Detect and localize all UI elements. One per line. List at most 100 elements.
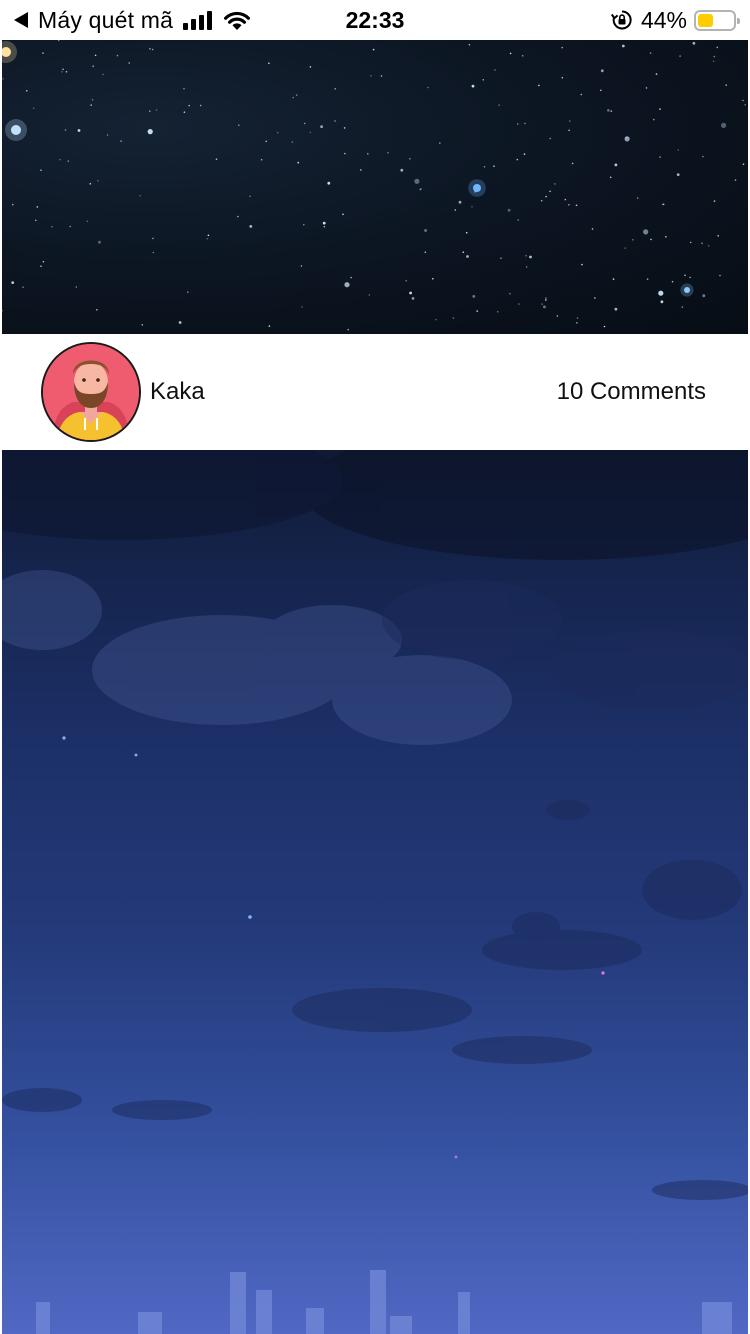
cover-image[interactable] xyxy=(2,40,748,334)
star xyxy=(518,303,520,305)
star xyxy=(610,110,613,112)
battery-icon xyxy=(694,9,740,31)
star xyxy=(439,142,441,144)
star xyxy=(581,263,583,266)
star xyxy=(86,220,89,223)
wifi-icon xyxy=(224,11,251,30)
star xyxy=(149,110,151,112)
star xyxy=(671,280,674,283)
star xyxy=(420,188,422,190)
star xyxy=(659,108,661,110)
back-to-app[interactable]: Máy quét mã xyxy=(14,0,252,40)
cellular-signal-icon xyxy=(183,10,213,30)
star xyxy=(468,43,471,46)
star xyxy=(360,169,362,171)
star xyxy=(525,254,527,257)
star xyxy=(276,131,279,134)
star xyxy=(471,84,475,88)
star xyxy=(320,125,323,129)
star xyxy=(594,297,596,299)
star xyxy=(120,140,122,142)
star xyxy=(525,266,528,268)
star xyxy=(303,223,305,226)
star xyxy=(658,290,664,296)
star xyxy=(649,52,652,54)
star xyxy=(549,137,551,140)
star xyxy=(116,54,119,57)
star xyxy=(659,156,661,158)
star xyxy=(187,291,189,293)
status-bar: Máy quét mã 22:33 44% xyxy=(0,0,750,40)
star xyxy=(719,274,721,277)
star xyxy=(500,257,502,259)
starfield-image xyxy=(2,40,746,331)
star xyxy=(106,134,109,136)
star xyxy=(540,199,543,202)
orientation-lock-icon xyxy=(610,10,632,30)
star xyxy=(260,158,263,161)
star xyxy=(465,231,468,234)
star xyxy=(646,278,649,280)
star xyxy=(11,281,15,284)
star xyxy=(702,294,706,298)
star xyxy=(554,183,556,185)
star xyxy=(96,309,98,311)
star xyxy=(621,44,625,48)
star xyxy=(600,89,602,92)
star xyxy=(12,203,14,206)
star xyxy=(575,204,578,207)
star xyxy=(712,60,715,63)
star xyxy=(42,260,45,263)
star xyxy=(725,84,727,86)
star xyxy=(26,90,28,92)
star xyxy=(684,274,686,277)
author-name[interactable]: Kaka xyxy=(150,334,205,450)
star xyxy=(545,299,547,301)
star xyxy=(645,87,648,89)
star xyxy=(432,277,434,280)
star xyxy=(676,173,680,177)
star xyxy=(69,225,71,228)
back-app-label: Máy quét mã xyxy=(38,6,174,33)
star xyxy=(614,307,618,311)
bearded-man-avatar-icon xyxy=(43,344,139,440)
star xyxy=(207,234,210,237)
star xyxy=(380,75,383,77)
bright-star xyxy=(11,125,21,135)
star xyxy=(476,310,479,312)
star xyxy=(701,242,703,245)
star xyxy=(414,178,420,184)
author-avatar[interactable] xyxy=(41,342,141,442)
star xyxy=(67,160,70,162)
star xyxy=(327,181,331,185)
star xyxy=(409,158,411,160)
star xyxy=(545,297,547,299)
star xyxy=(303,122,306,125)
star xyxy=(387,152,389,154)
star xyxy=(57,40,60,42)
star xyxy=(603,325,606,328)
star xyxy=(677,149,679,151)
star xyxy=(580,93,583,96)
post-image[interactable] xyxy=(2,450,748,1334)
battery-percentage: 44% xyxy=(640,6,687,33)
star xyxy=(482,79,485,81)
star xyxy=(742,99,744,102)
star xyxy=(692,41,696,45)
star xyxy=(591,228,594,230)
star xyxy=(707,245,710,247)
bright-star xyxy=(684,287,690,293)
star xyxy=(249,195,251,198)
star xyxy=(409,291,412,295)
star xyxy=(643,229,649,235)
star xyxy=(509,52,512,55)
star xyxy=(734,179,737,181)
star xyxy=(679,55,681,57)
star xyxy=(322,221,326,225)
comments-count[interactable]: 10 Comments xyxy=(557,334,706,450)
star xyxy=(713,55,716,58)
star xyxy=(98,240,101,244)
night-city-sky-image xyxy=(2,450,748,1334)
star xyxy=(149,48,151,50)
star xyxy=(689,276,691,279)
